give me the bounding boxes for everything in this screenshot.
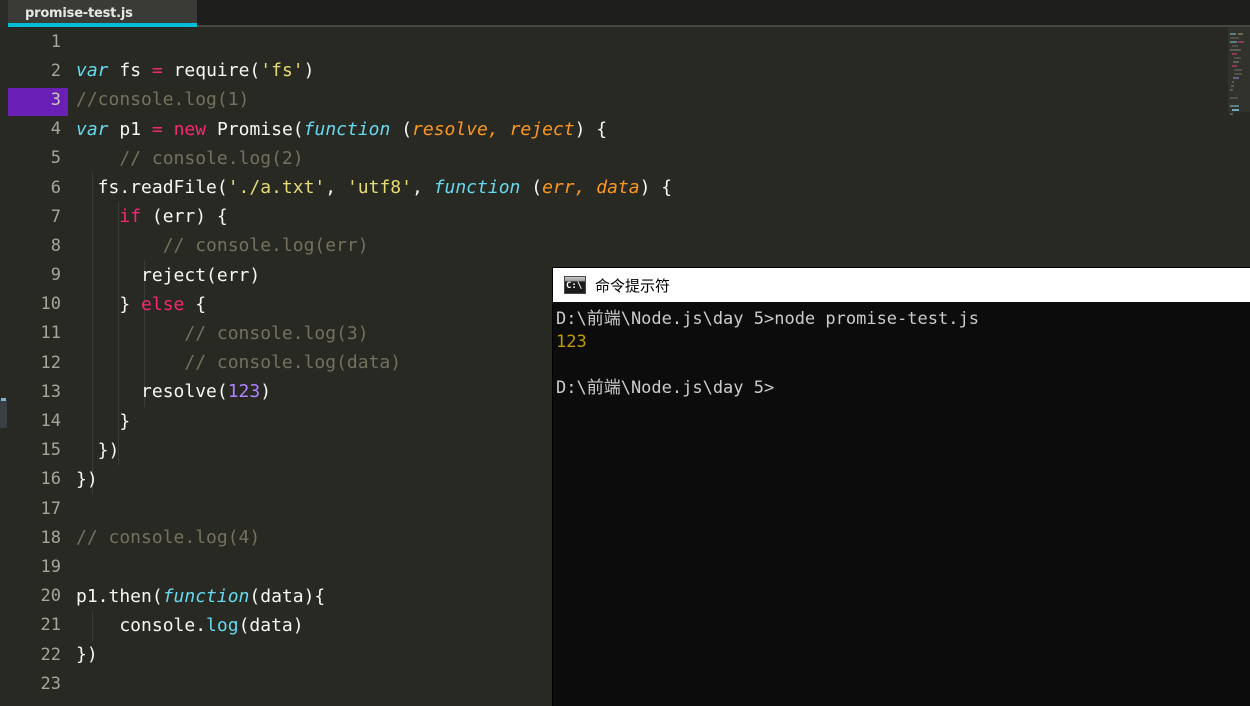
line-number: 4	[50, 119, 61, 140]
line-number: 19	[40, 556, 61, 577]
command-prompt-output[interactable]: D:\前端\Node.js\day 5>node promise-test.js…	[553, 302, 1250, 706]
terminal-line-prompt: D:\前端\Node.js\day 5>	[556, 378, 775, 398]
minimap-row	[1232, 45, 1238, 47]
editor-edge-accent	[1, 398, 6, 401]
code-line-row[interactable]: 5 // console.log(2)	[8, 144, 1250, 173]
line-number: 21	[40, 615, 61, 636]
code-line-row[interactable]: 1	[8, 27, 1250, 56]
line-content: }	[76, 410, 131, 432]
line-content: reject(err)	[76, 264, 261, 286]
line-number: 13	[40, 381, 61, 402]
line-number: 1	[50, 31, 61, 52]
line-content: p1.then(function(data){	[76, 585, 326, 607]
minimap-row	[1232, 81, 1234, 83]
line-content: //console.log(1)	[76, 89, 250, 111]
line-content: console.log(data)	[76, 614, 304, 636]
line-number: 17	[40, 498, 61, 519]
line-number: 14	[40, 411, 61, 432]
minimap-row	[1233, 77, 1239, 79]
editor-edge-marker	[0, 400, 7, 428]
line-number: 22	[40, 644, 61, 665]
line-number: 2	[50, 60, 61, 81]
code-line-row[interactable]: 6 fs.readFile('./a.txt', 'utf8', functio…	[8, 173, 1250, 202]
code-line-row[interactable]: 4 var p1 = new Promise(function (resolve…	[8, 115, 1250, 144]
tabbar-left-edge	[0, 0, 8, 27]
console-window-icon: C:\	[564, 276, 586, 294]
minimap-row	[1230, 37, 1239, 39]
minimap-row	[1230, 33, 1236, 35]
line-number: 3	[50, 89, 61, 110]
console-icon-label: C:\	[566, 281, 583, 291]
minimap-row	[1230, 49, 1241, 51]
line-content: // console.log(4)	[76, 527, 261, 549]
line-content: if (err) {	[119, 206, 228, 228]
line-content: })	[76, 439, 120, 461]
line-number: 5	[50, 148, 61, 169]
command-prompt-title: 命令提示符	[595, 276, 671, 295]
command-prompt-titlebar[interactable]: C:\ 命令提示符	[553, 268, 1250, 302]
minimap-row	[1230, 89, 1233, 91]
line-number: 23	[40, 673, 61, 694]
line-number: 15	[40, 440, 61, 461]
minimap-row	[1230, 41, 1237, 43]
screen: promise-test.js 1 2 var fs = require('fs…	[0, 0, 1250, 706]
line-content: resolve(123)	[76, 381, 272, 403]
line-content: var p1 = new Promise(function (resolve, …	[76, 118, 608, 140]
line-number: 11	[40, 323, 61, 344]
editor-tabbar: promise-test.js	[0, 0, 1250, 27]
line-content: // console.log(2)	[76, 147, 304, 169]
minimap-row	[1238, 33, 1243, 35]
line-content: } else {	[76, 293, 207, 315]
line-content: // console.log(err)	[76, 235, 369, 257]
line-number: 9	[50, 265, 61, 286]
minimap-row	[1231, 85, 1234, 87]
minimap-row	[1232, 109, 1239, 111]
line-number: 7	[50, 206, 61, 227]
line-number: 12	[40, 352, 61, 373]
minimap-row	[1232, 53, 1237, 55]
line-content: fs.readFile('./a.txt', 'utf8', function …	[76, 177, 673, 199]
line-number: 20	[40, 586, 61, 607]
line-content: })	[76, 468, 98, 490]
minimap-row	[1230, 113, 1233, 115]
code-line-row[interactable]: 3 //console.log(1)	[8, 85, 1250, 114]
line-content: var fs = require('fs')	[76, 60, 315, 82]
line-number: 6	[50, 177, 61, 198]
line-number: 10	[40, 294, 61, 315]
line-number: 8	[50, 235, 61, 256]
minimap-row	[1238, 41, 1244, 43]
line-content: // console.log(data)	[76, 352, 402, 374]
line-number: 18	[40, 527, 61, 548]
code-line-row[interactable]: 8 // console.log(err)	[8, 231, 1250, 260]
line-content: })	[76, 644, 98, 666]
minimap-row	[1234, 73, 1242, 75]
minimap-row	[1230, 97, 1238, 99]
minimap-row	[1234, 69, 1242, 71]
line-content: // console.log(3)	[76, 322, 369, 344]
tab-label: promise-test.js	[25, 6, 133, 21]
minimap-row	[1230, 105, 1239, 107]
minimap-row	[1232, 65, 1237, 67]
terminal-line-command: D:\前端\Node.js\day 5>node promise-test.js	[556, 309, 979, 329]
minimap-row	[1234, 57, 1241, 59]
command-prompt-window[interactable]: C:\ 命令提示符 D:\前端\Node.js\day 5>node promi…	[553, 268, 1250, 706]
minimap-row	[1233, 61, 1239, 63]
terminal-line-output: 123	[556, 332, 587, 352]
code-line-row[interactable]: 2 var fs = require('fs')	[8, 56, 1250, 85]
code-line-row[interactable]: 7 if (err) {	[8, 202, 1250, 231]
line-number: 16	[40, 469, 61, 490]
